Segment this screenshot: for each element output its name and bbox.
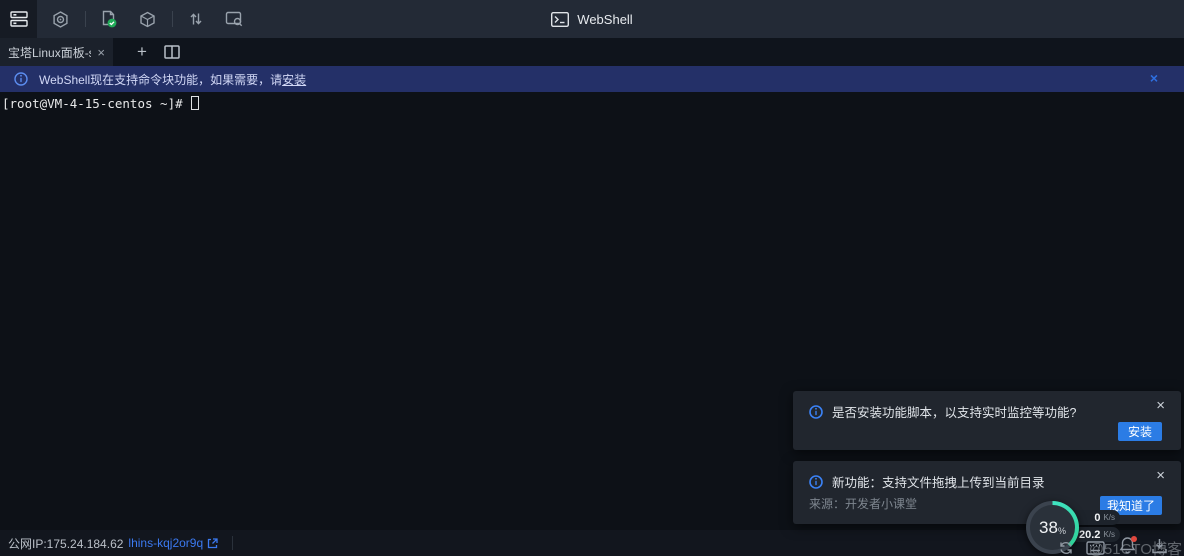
info-icon — [14, 72, 28, 86]
host-list-icon — [10, 11, 28, 27]
settings-button[interactable] — [45, 0, 75, 38]
info-icon — [809, 405, 823, 419]
public-ip-label: 公网IP:175.24.184.62 — [8, 535, 123, 552]
statusbar-divider — [232, 536, 233, 550]
status-bar: 公网IP:175.24.184.62 lhins-kqj2or9q — [0, 530, 1184, 556]
upload-value: 0 — [1094, 512, 1100, 524]
tab-close-icon[interactable]: × — [97, 46, 105, 59]
new-tab-button[interactable]: + — [127, 38, 157, 66]
upload-unit: K/s — [1103, 513, 1115, 522]
banner-install-link[interactable]: 安装 — [282, 71, 306, 88]
command-script-button[interactable] — [94, 0, 124, 38]
banner-message: WebShell现在支持命令块功能，如果需要，请 — [39, 71, 282, 88]
host-list-button[interactable] — [0, 0, 37, 38]
toolbar-divider — [85, 11, 86, 27]
toast-install-script: 是否安装功能脚本，以支持实时监控等功能? × 安装 — [793, 391, 1181, 450]
split-view-icon — [164, 45, 180, 59]
toast-new-feature: 新功能：支持文件拖拽上传到当前目录 × 来源：开发者小课堂 我知道了 — [793, 461, 1181, 524]
tab-baota-panel[interactable]: 宝塔Linux面板-sSj2 × — [0, 38, 113, 66]
app-title: WebShell — [577, 12, 632, 27]
info-icon — [809, 475, 823, 489]
settings-gear-icon — [52, 11, 69, 28]
toast-source: 来源：开发者小课堂 — [809, 495, 917, 512]
terminal-icon — [551, 12, 569, 27]
sort-button[interactable] — [181, 0, 211, 38]
instance-link[interactable]: lhins-kqj2or9q — [128, 536, 203, 550]
window-search-icon — [225, 11, 243, 27]
top-toolbar: WebShell — [0, 0, 1184, 38]
terminal-prompt: [root@VM-4-15-centos ~]# — [2, 96, 190, 111]
tab-label: 宝塔Linux面板-sSj2 — [8, 44, 91, 61]
sync-icon[interactable] — [1058, 540, 1074, 556]
cpu-percent-value: 38 — [1039, 518, 1058, 537]
package-cube-icon — [139, 11, 156, 28]
cpu-percent-unit: % — [1058, 526, 1066, 536]
bell-icon[interactable] — [1119, 536, 1136, 555]
file-check-icon — [100, 10, 118, 28]
webshell-window: WebShell 宝塔Linux面板-sSj2 × + WebShell现在支持… — [0, 0, 1184, 556]
notice-banner: WebShell现在支持命令块功能，如果需要，请安装 × — [0, 66, 1184, 92]
sort-arrows-icon — [188, 11, 204, 27]
toast-close-icon[interactable]: × — [1156, 398, 1165, 413]
tab-bar: 宝塔Linux面板-sSj2 × + — [0, 38, 1184, 66]
toolbar-divider — [172, 11, 173, 27]
download-icon[interactable] — [1151, 537, 1168, 556]
terminal-cursor — [191, 96, 199, 110]
toast-message: 新功能：支持文件拖拽上传到当前目录 — [832, 472, 1045, 491]
external-link-icon[interactable] — [207, 538, 218, 549]
banner-close-icon[interactable]: × — [1150, 71, 1158, 85]
toast-close-icon[interactable]: × — [1156, 468, 1165, 483]
notification-dot — [1131, 536, 1137, 542]
toast-message: 是否安装功能脚本，以支持实时监控等功能? — [832, 402, 1076, 421]
install-button[interactable]: 安装 — [1118, 422, 1162, 441]
split-view-button[interactable] — [157, 38, 187, 66]
keyboard-icon[interactable] — [1086, 541, 1105, 555]
window-search-button[interactable] — [219, 0, 249, 38]
plugin-button[interactable] — [132, 0, 162, 38]
